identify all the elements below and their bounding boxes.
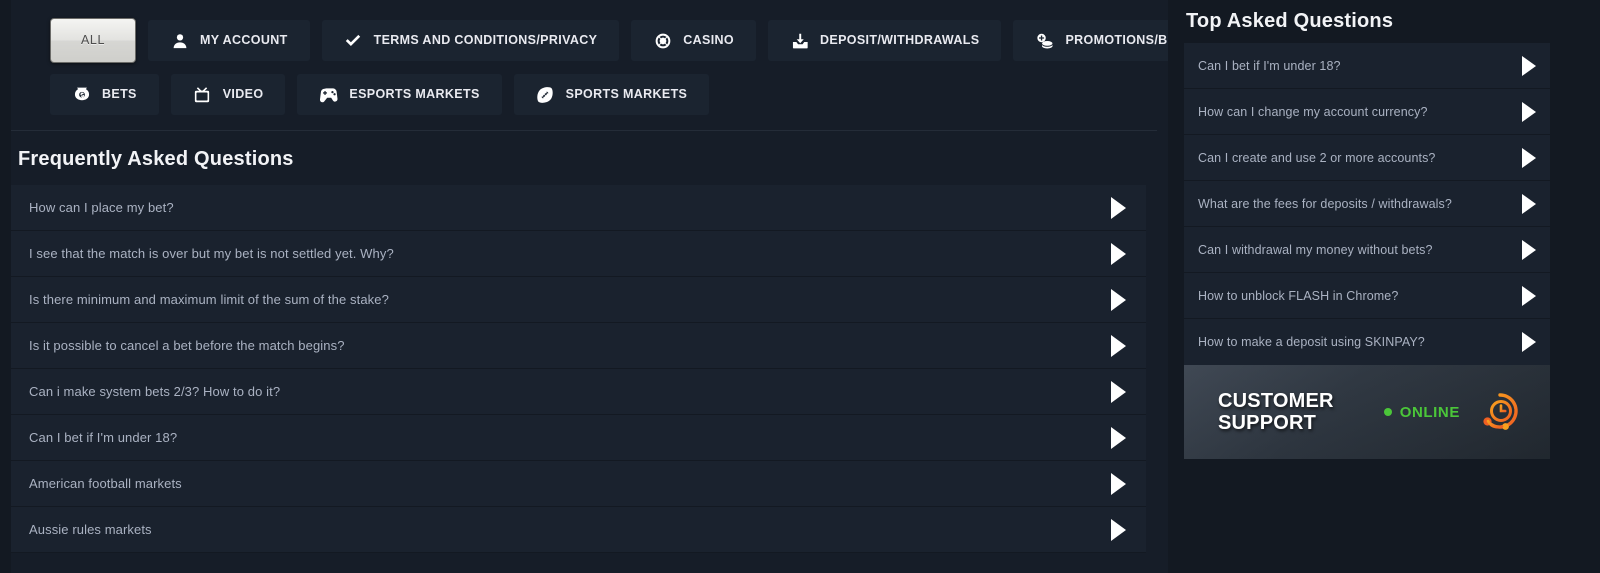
faq-question-text: How can I place my bet? <box>29 200 174 215</box>
left-gutter <box>0 0 11 573</box>
chevron-right-icon[interactable] <box>1522 285 1536 306</box>
top-asked-question-text: How to unblock FLASH in Chrome? <box>1198 288 1399 303</box>
top-asked-question-text: How can I change my account currency? <box>1198 104 1428 119</box>
chevron-right-icon[interactable] <box>1111 334 1126 357</box>
faq-row[interactable]: Is it possible to cancel a bet before th… <box>11 323 1146 369</box>
top-asked-row[interactable]: Can I create and use 2 or more accounts? <box>1184 135 1550 181</box>
faq-list: How can I place my bet? I see that the ma… <box>11 185 1146 553</box>
top-asked-row[interactable]: Can I bet if I'm under 18? <box>1184 43 1550 89</box>
faq-row[interactable]: How can I place my bet? <box>11 185 1146 231</box>
tab-label: VIDEO <box>222 87 264 102</box>
faq-row[interactable]: I see that the match is over but my bet … <box>11 231 1146 277</box>
chevron-right-icon[interactable] <box>1111 288 1126 311</box>
tab-all[interactable]: ALL <box>50 18 137 63</box>
check-icon <box>344 31 363 50</box>
money-bag-icon <box>72 85 91 104</box>
tab-sports-markets[interactable]: SPORTS MARKETS <box>513 74 710 115</box>
tab-label: SPORTS MARKETS <box>565 87 688 102</box>
user-icon <box>170 31 189 50</box>
chevron-right-icon[interactable] <box>1522 193 1536 214</box>
football-icon <box>536 85 555 104</box>
tab-casino[interactable]: CASINO <box>631 20 756 61</box>
top-asked-row[interactable]: How to make a deposit using SKINPAY? <box>1184 319 1550 365</box>
faq-section: Frequently Asked Questions How can I pla… <box>0 130 1168 553</box>
tab-label: ALL <box>81 33 106 48</box>
main-content-column: ALL MY ACCOUNT TERMS AND CONDITIONS/PRIVAC… <box>0 0 1245 573</box>
tab-my-account[interactable]: MY ACCOUNT <box>148 20 310 61</box>
chevron-right-icon[interactable] <box>1111 242 1126 265</box>
faq-title: Frequently Asked Questions <box>18 148 294 170</box>
support-status: ONLINE <box>1383 403 1460 421</box>
coins-plus-icon <box>1035 31 1054 50</box>
gamepad-icon <box>319 85 338 104</box>
tab-label: BETS <box>102 87 137 102</box>
category-tabs-row-1: ALL MY ACCOUNT TERMS AND CONDITIONS/PRIVAC… <box>50 18 1245 63</box>
tab-bets[interactable]: BETS <box>50 74 159 115</box>
sidebar-title: Top Asked Questions <box>1186 10 1394 32</box>
faq-question-text: Is there minimum and maximum limit of th… <box>29 292 389 307</box>
tab-label: DEPOSIT/WITHDRAWALS <box>820 33 980 48</box>
chevron-right-icon[interactable] <box>1522 55 1536 76</box>
casino-chip-icon <box>653 31 672 50</box>
faq-row[interactable]: Is there minimum and maximum limit of th… <box>11 277 1146 323</box>
category-tabs-row-2: BETS VIDEO ESPORTS MARKETS SPORTS MARKETS <box>50 74 1168 115</box>
top-asked-question-text: How to make a deposit using SKINPAY? <box>1198 335 1425 349</box>
chevron-right-icon[interactable] <box>1111 196 1126 219</box>
tab-label: CASINO <box>683 33 734 48</box>
top-asked-row[interactable]: Can I withdrawal my money without bets? <box>1184 227 1550 273</box>
faq-question-text: Can I bet if I'm under 18? <box>29 430 178 445</box>
chevron-right-icon[interactable] <box>1111 518 1126 541</box>
chevron-right-icon[interactable] <box>1111 426 1126 449</box>
category-tabs: ALL MY ACCOUNT TERMS AND CONDITIONS/PRIVAC… <box>0 0 1245 115</box>
status-badge: ONLINE <box>1399 403 1460 421</box>
faq-row[interactable]: Can I bet if I'm under 18? <box>11 415 1146 461</box>
chevron-right-icon[interactable] <box>1522 101 1536 122</box>
headset-clock-icon <box>1478 390 1522 434</box>
faq-question-text: Aussie rules markets <box>29 522 152 537</box>
top-asked-list: Can I bet if I'm under 18? How can I chan… <box>1184 43 1550 365</box>
faq-question-text: Is it possible to cancel a bet before th… <box>29 338 345 353</box>
tab-label: MY ACCOUNT <box>200 33 288 48</box>
chevron-right-icon[interactable] <box>1522 239 1536 260</box>
tab-video[interactable]: VIDEO <box>170 74 286 115</box>
faq-row[interactable]: Can i make system bets 2/3? How to do it… <box>11 369 1146 415</box>
support-line-1: CUSTOMER <box>1218 390 1334 412</box>
faq-row[interactable]: Aussie rules markets <box>11 507 1146 553</box>
tv-icon <box>193 85 212 104</box>
top-asked-question-text: Can I bet if I'm under 18? <box>1198 58 1341 73</box>
faq-question-text: Can i make system bets 2/3? How to do it… <box>29 384 281 399</box>
status-dot-icon <box>1383 408 1392 416</box>
support-line-2: SUPPORT <box>1218 412 1317 434</box>
tab-deposit-withdrawals[interactable]: DEPOSIT/WITHDRAWALS <box>768 20 1002 61</box>
faq-row[interactable]: American football markets <box>11 461 1146 507</box>
chevron-right-icon[interactable] <box>1111 380 1126 403</box>
top-asked-sidebar: Top Asked Questions Can I bet if I'm und… <box>1168 0 1600 573</box>
top-asked-row[interactable]: How can I change my account currency? <box>1184 89 1550 135</box>
faq-page: ALL MY ACCOUNT TERMS AND CONDITIONS/PRIVAC… <box>0 0 1600 573</box>
download-inbox-icon <box>790 31 809 50</box>
top-asked-row[interactable]: How to unblock FLASH in Chrome? <box>1184 273 1550 319</box>
chevron-right-icon[interactable] <box>1111 472 1126 495</box>
tab-label: ESPORTS MARKETS <box>349 87 480 102</box>
faq-question-text: American football markets <box>29 476 182 491</box>
tab-terms-and-conditions-privacy[interactable]: TERMS AND CONDITIONS/PRIVACY <box>321 20 620 61</box>
top-asked-question-text: Can I create and use 2 or more accounts? <box>1198 150 1436 165</box>
top-asked-question-text: Can I withdrawal my money without bets? <box>1198 242 1433 257</box>
tab-esports-markets[interactable]: ESPORTS MARKETS <box>297 74 502 115</box>
faq-question-text: I see that the match is over but my bet … <box>29 246 394 261</box>
customer-support-banner[interactable]: CUSTOMER SUPPORT ONLINE <box>1184 365 1550 459</box>
top-asked-row[interactable]: What are the fees for deposits / withdra… <box>1184 181 1550 227</box>
top-asked-question-text: What are the fees for deposits / withdra… <box>1198 196 1452 211</box>
chevron-right-icon[interactable] <box>1522 332 1536 352</box>
chevron-right-icon[interactable] <box>1522 147 1536 168</box>
support-banner-text: CUSTOMER SUPPORT <box>1218 390 1334 434</box>
tab-label: TERMS AND CONDITIONS/PRIVACY <box>373 33 598 48</box>
